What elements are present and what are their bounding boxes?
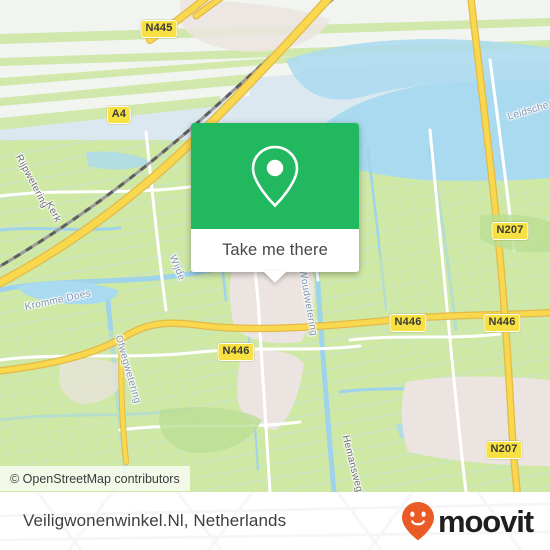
osm-attribution-text: © OpenStreetMap contributors (10, 471, 180, 486)
take-me-there-label: Take me there (222, 241, 328, 259)
footer-bar: Veiligwonenwinkel.Nl, Netherlands moovit (0, 492, 550, 550)
map-canvas[interactable]: N445 A4 N207 N446 N446 N446 N207 Rijpwetering Ke… (0, 0, 550, 492)
road-shield: N446 (483, 314, 521, 332)
road-shield: N445 (140, 20, 178, 38)
location-pin-icon (251, 145, 299, 208)
road-shield: N446 (217, 343, 255, 361)
road-shield: N207 (491, 222, 529, 240)
callout-pointer-tail (263, 271, 287, 283)
callout-card-footer[interactable]: Take me there (191, 229, 359, 283)
location-callout-card[interactable]: Take me there (191, 123, 359, 283)
osm-attribution[interactable]: © OpenStreetMap contributors (0, 466, 190, 491)
road-shield: A4 (106, 106, 132, 124)
road-shield: N446 (389, 314, 427, 332)
road-shield: N207 (485, 441, 523, 459)
moovit-brand-logo[interactable]: moovit (401, 492, 534, 550)
moovit-smiley-pin-icon (401, 502, 434, 541)
map-screenshot-page: N445 A4 N207 N446 N446 N446 N207 Rijpwetering Ke… (0, 0, 550, 550)
page-title: Veiligwonenwinkel.Nl, Netherlands (23, 511, 287, 530)
moovit-wordmark: moovit (437, 503, 534, 539)
callout-card-header (191, 123, 359, 229)
